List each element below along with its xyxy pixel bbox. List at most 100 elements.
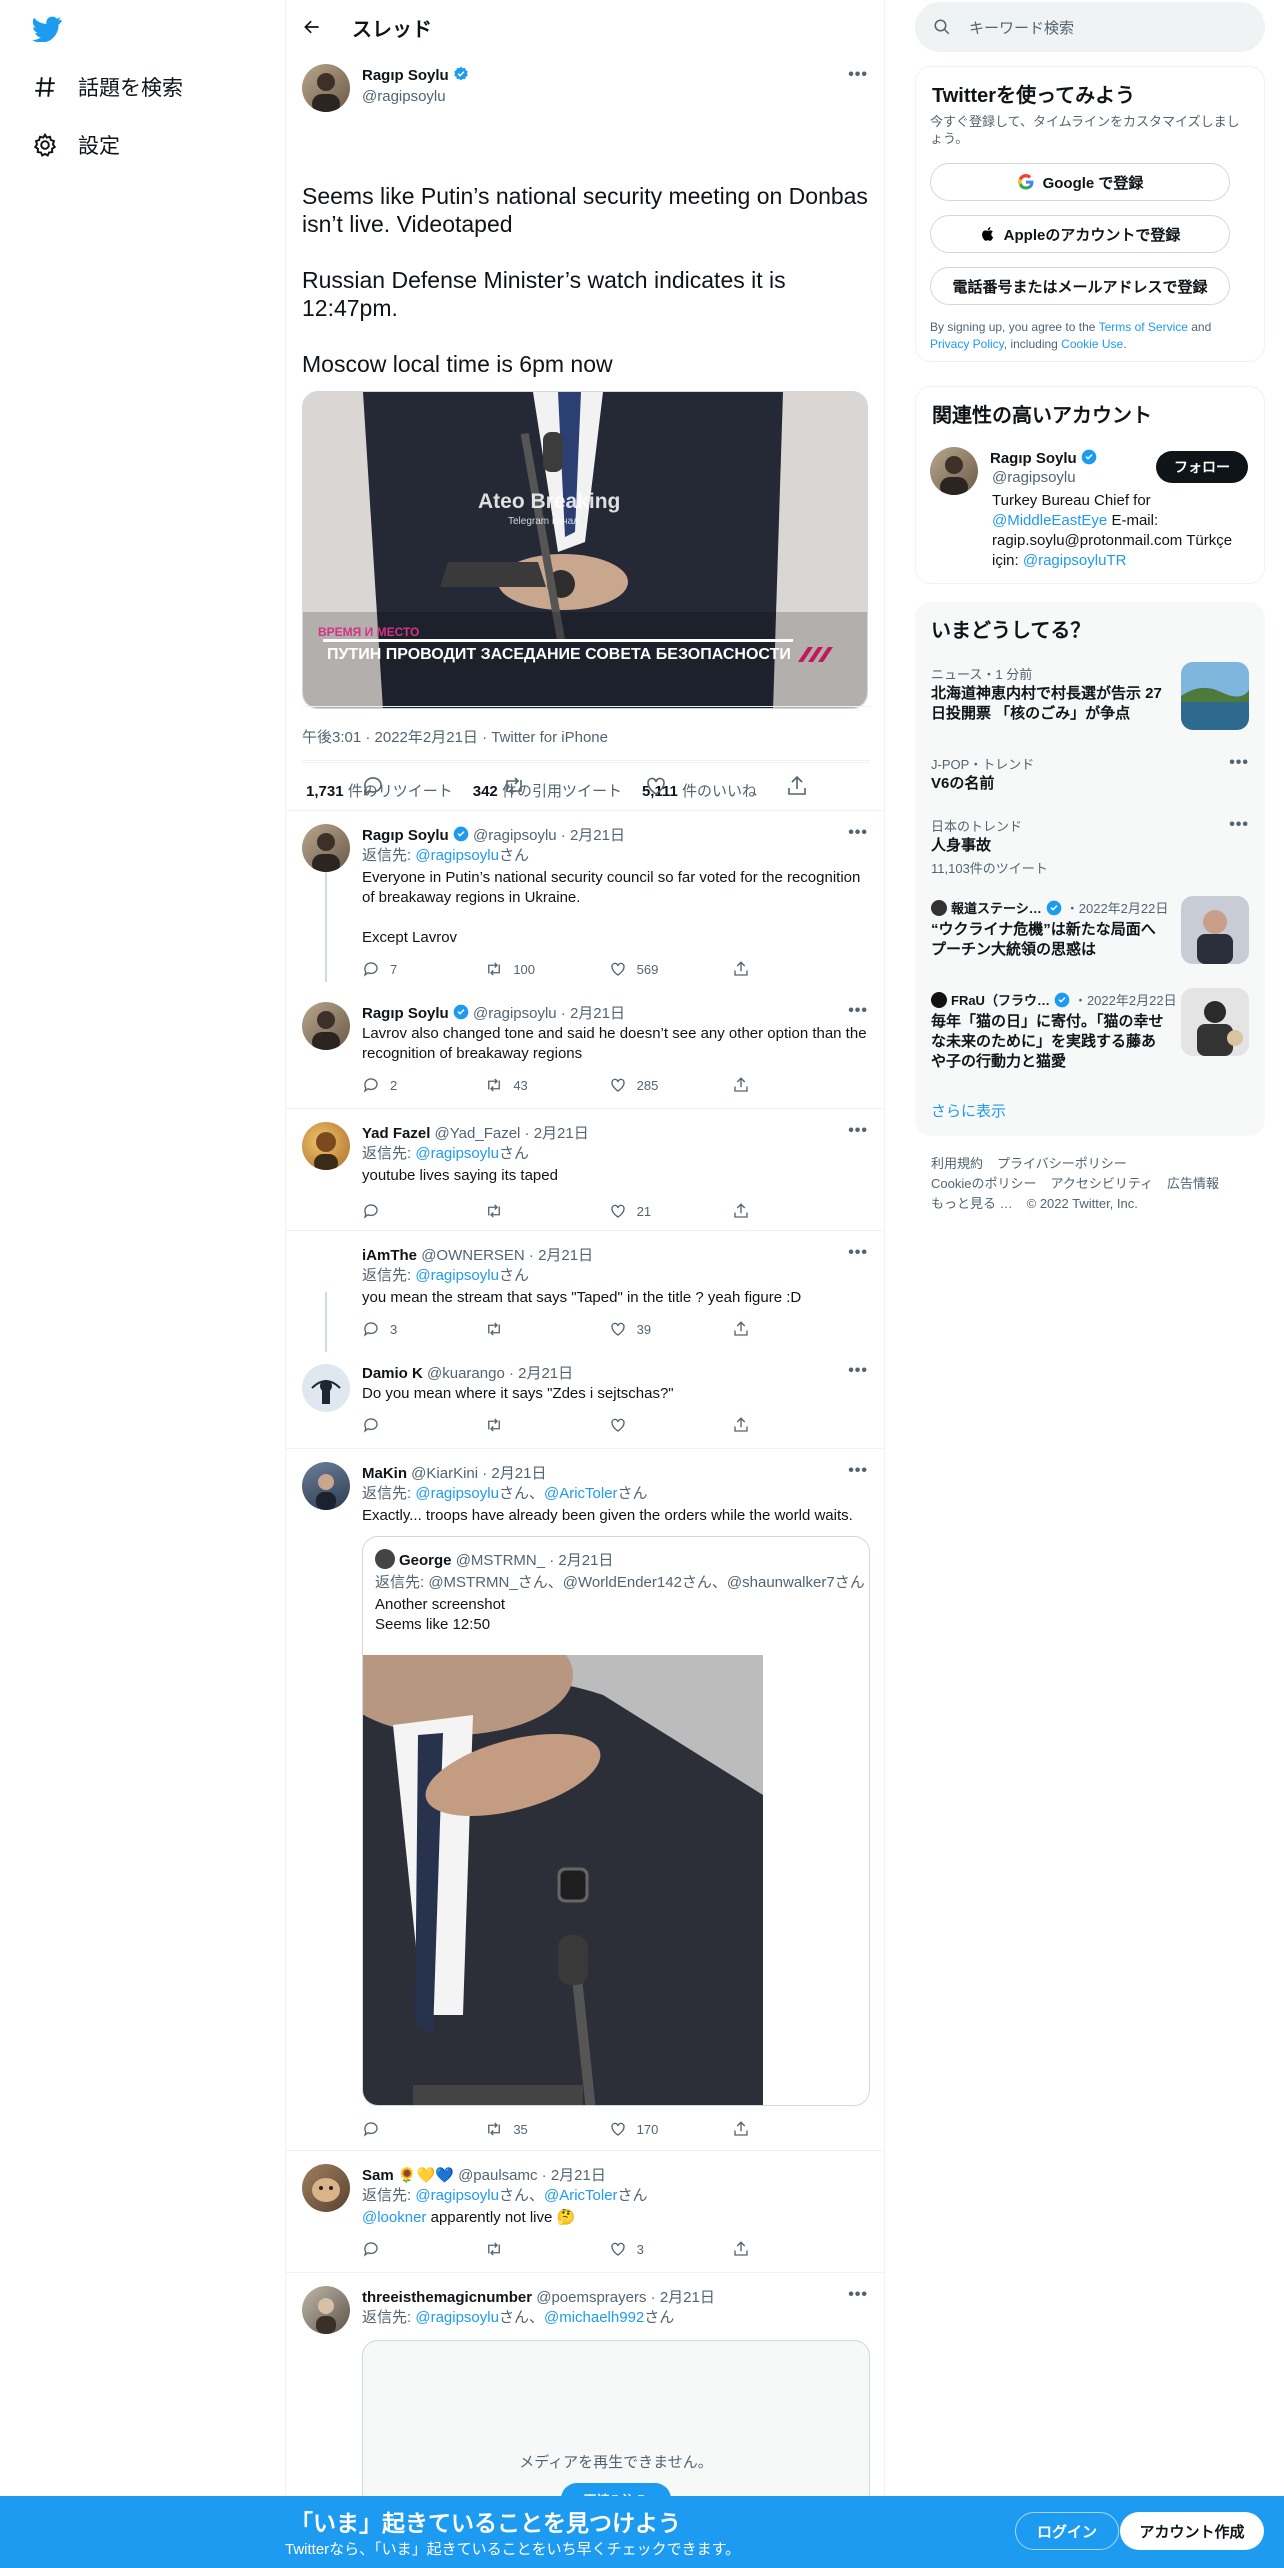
more-options-icon[interactable]: ••• (1229, 754, 1249, 772)
more-options-icon[interactable]: ••• (848, 1002, 868, 1020)
related-name[interactable]: Ragıp Soylu (990, 449, 1097, 467)
like-button[interactable]: 21 (609, 1202, 697, 1220)
login-button[interactable]: ログイン (1015, 2512, 1119, 2550)
reply-author[interactable]: threeisthemagicnumber @poemsprayers · 2月… (362, 2286, 715, 2307)
bio-link[interactable]: @MiddleEastEye (992, 512, 1107, 529)
share-icon[interactable] (785, 774, 809, 798)
like-button[interactable]: 39 (609, 1320, 697, 1338)
reply-author[interactable]: MaKin @KiarKini · 2月21日 (362, 1462, 546, 1483)
avatar[interactable] (302, 1462, 350, 1510)
more-options-icon[interactable]: ••• (1229, 816, 1249, 834)
retweet-button[interactable] (485, 1202, 573, 1220)
author-handle[interactable]: @ragipsoylu (362, 88, 446, 105)
retweet-icon[interactable] (502, 774, 526, 798)
share-button[interactable] (732, 960, 792, 978)
phone-email-signup-button[interactable]: 電話番号またはメールアドレスで登録 (930, 267, 1230, 305)
retweet-button[interactable]: 35 (485, 2120, 573, 2138)
footer-link[interactable]: 広告情報 (1167, 1174, 1219, 1194)
quote-avatar (375, 1549, 395, 1569)
nav-settings[interactable]: 設定 (32, 130, 120, 160)
reply-tweet[interactable]: Ragıp Soylu @ragipsoylu · 2月21日 ••• Lavr… (286, 990, 884, 1108)
reply-button[interactable]: 7 (362, 960, 450, 978)
like-icon[interactable] (644, 774, 668, 798)
follow-button[interactable]: フォロー (1156, 451, 1248, 483)
quote-media-image[interactable] (363, 1655, 763, 2105)
avatar[interactable] (302, 824, 350, 872)
share-button[interactable] (732, 1202, 792, 1220)
author-name[interactable]: Ragıp Soylu (362, 66, 469, 84)
reply-author[interactable]: Damio K @kuarango · 2月21日 (362, 1362, 573, 1383)
reply-author[interactable]: iAmThe @OWNERSEN · 2月21日 (362, 1244, 593, 1265)
apple-signup-button[interactable]: Appleのアカウントで登録 (930, 215, 1230, 253)
reply-tweet[interactable]: Sam 🌻💛💙 @paulsamc · 2月21日 返信先: @ragipsoy… (286, 2152, 884, 2270)
avatar[interactable] (302, 1364, 350, 1412)
tweet-timestamp[interactable]: 午後3:01 · 2022年2月21日 · Twitter for iPhone (302, 726, 608, 747)
like-button[interactable] (609, 1416, 697, 1434)
like-button[interactable]: 3 (609, 2240, 697, 2258)
mention-link[interactable]: @lookner (362, 2209, 426, 2226)
search-box[interactable]: キーワード検索 (915, 2, 1265, 52)
google-signup-button[interactable]: Google で登録 (930, 163, 1230, 201)
retweet-button[interactable] (485, 2240, 573, 2258)
reply-button[interactable] (362, 1202, 450, 1220)
more-options-icon[interactable]: ••• (848, 824, 868, 842)
retweet-button[interactable] (485, 1320, 573, 1338)
retweet-button[interactable]: 43 (485, 1076, 573, 1094)
like-button[interactable]: 285 (609, 1076, 697, 1094)
more-options-icon[interactable]: ••• (848, 66, 868, 84)
more-options-icon[interactable]: ••• (848, 1462, 868, 1480)
reply-tweet[interactable]: iAmThe @OWNERSEN · 2月21日 ••• 返信先: @ragip… (286, 1232, 884, 1352)
avatar[interactable] (930, 447, 978, 495)
cookie-link[interactable]: Cookie Use (1061, 337, 1123, 351)
reply-author[interactable]: Ragıp Soylu @ragipsoylu · 2月21日 (362, 824, 625, 845)
reply-tweet[interactable]: Yad Fazel @Yad_Fazel · 2月21日 ••• 返信先: @r… (286, 1110, 884, 1230)
avatar[interactable] (302, 64, 350, 112)
signup-button[interactable]: アカウント作成 (1120, 2512, 1264, 2550)
back-arrow-icon[interactable] (302, 17, 322, 37)
share-button[interactable] (732, 1320, 792, 1338)
avatar[interactable] (302, 2286, 350, 2334)
more-options-icon[interactable]: ••• (848, 1122, 868, 1140)
reply-icon[interactable] (361, 774, 385, 798)
avatar[interactable] (302, 1002, 350, 1050)
bio-link[interactable]: @ragipsoyluTR (1023, 552, 1127, 569)
retweet-button[interactable] (485, 1416, 573, 1434)
like-button[interactable]: 170 (609, 2120, 697, 2138)
reply-button[interactable]: 2 (362, 1076, 450, 1094)
like-button[interactable]: 569 (609, 960, 697, 978)
avatar[interactable] (302, 1122, 350, 1170)
reply-author[interactable]: Yad Fazel @Yad_Fazel · 2月21日 (362, 1122, 589, 1143)
reply-author[interactable]: Sam 🌻💛💙 @paulsamc · 2月21日 (362, 2164, 606, 2185)
twitter-logo-icon[interactable] (32, 16, 62, 42)
tweet-media-video[interactable]: ВРЕМЯ И МЕСТО Ateo Breaking Telegram кан… (302, 391, 868, 709)
nav-explore[interactable]: 話題を検索 (32, 72, 183, 102)
more-options-icon[interactable]: ••• (848, 1362, 868, 1380)
footer-link[interactable]: アクセシビリティ (1050, 1174, 1153, 1194)
search-input[interactable]: キーワード検索 (969, 17, 1074, 38)
footer-link[interactable]: プライバシーポリシー (997, 1154, 1127, 1174)
reply-tweet[interactable]: Ragıp Soylu @ragipsoylu · 2月21日 ••• 返信先:… (286, 812, 884, 982)
quoted-tweet[interactable]: George @MSTRMN_ · 2月21日 返信先: @MSTRMN_さん、… (362, 1536, 870, 2106)
more-options-icon[interactable]: ••• (848, 1244, 868, 1262)
more-options-icon[interactable]: ••• (848, 2286, 868, 2304)
reply-button[interactable] (362, 2120, 450, 2138)
reply-tweet[interactable]: Damio K @kuarango · 2月21日 ••• Do you mea… (286, 1352, 884, 1444)
privacy-link[interactable]: Privacy Policy (930, 337, 1004, 351)
reply-author[interactable]: Ragıp Soylu @ragipsoylu · 2月21日 (362, 1002, 625, 1023)
share-button[interactable] (732, 1416, 792, 1434)
reply-button[interactable]: 3 (362, 1320, 450, 1338)
terms-link[interactable]: Terms of Service (1099, 320, 1188, 334)
reply-button[interactable] (362, 1416, 450, 1434)
share-button[interactable] (732, 1076, 792, 1094)
retweet-button[interactable]: 100 (485, 960, 573, 978)
verified-badge-icon (1081, 449, 1097, 465)
share-button[interactable] (732, 2120, 792, 2138)
footer-link[interactable]: 利用規約 (931, 1154, 983, 1174)
share-button[interactable] (732, 2240, 792, 2258)
show-more-link[interactable]: さらに表示 (931, 1100, 1006, 1121)
footer-link[interactable]: Cookieのポリシー (931, 1174, 1036, 1194)
avatar[interactable] (302, 2164, 350, 2212)
footer-link[interactable]: もっと見る … (931, 1194, 1013, 1214)
reply-button[interactable] (362, 2240, 450, 2258)
reply-tweet[interactable]: MaKin @KiarKini · 2月21日 ••• 返信先: @ragips… (286, 1450, 884, 2150)
